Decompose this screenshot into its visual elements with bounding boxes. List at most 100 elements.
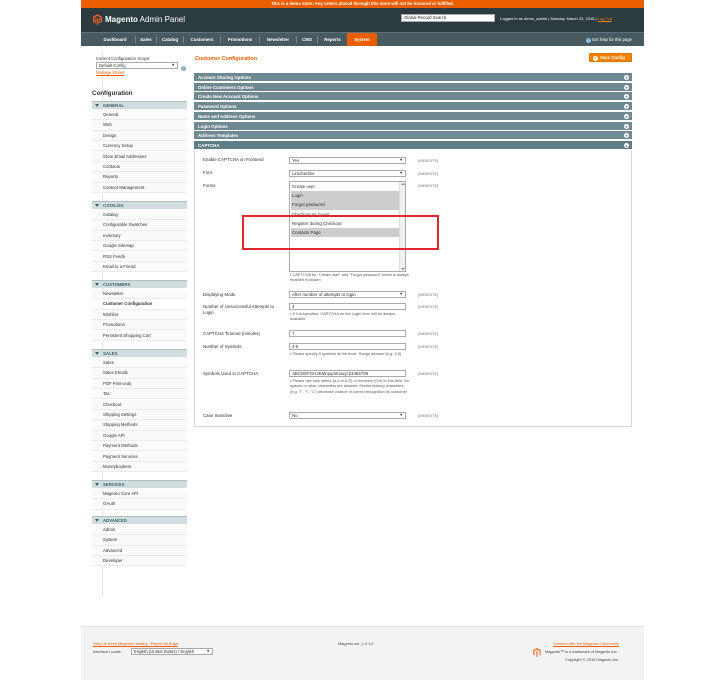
sidebar-item-shipping-settings[interactable]: Shipping Settings bbox=[92, 410, 187, 421]
main-nav: Dashboard Sales Catalog Customers Promot… bbox=[81, 32, 644, 46]
forms-option-forgot-password[interactable]: Forgot password bbox=[291, 200, 399, 210]
symbols-used-input[interactable]: ABCDEFGHJKMnpqrstuvxyz23456789 bbox=[289, 370, 406, 377]
sidebar-item-admin[interactable]: Admin bbox=[92, 525, 187, 536]
group-account-sharing-options[interactable]: Account Sharing Options ▾ bbox=[194, 73, 632, 82]
symbols-used-note: ▪ Please use only letters (a-z or A-Z) o… bbox=[290, 378, 410, 394]
expand-icon: ▾ bbox=[624, 133, 629, 139]
scope-value: Default Config bbox=[99, 63, 126, 68]
group-online-customers-options[interactable]: Online Customers Options ▾ bbox=[194, 82, 632, 92]
magento-logo-icon bbox=[533, 648, 541, 657]
sidebar-item-wishlist[interactable]: Wishlist bbox=[92, 309, 187, 320]
group-address-templates[interactable]: Address Templates ▾ bbox=[194, 131, 632, 141]
nav-sales[interactable]: Sales bbox=[136, 33, 156, 46]
group-password-options[interactable]: Password Options ▾ bbox=[194, 102, 632, 112]
forms-option-create-user[interactable]: Create user bbox=[291, 182, 399, 191]
case-sensitive-select[interactable]: No ▼ bbox=[289, 412, 406, 419]
sidebar-item-google-sitemap[interactable]: Google Sitemap bbox=[92, 241, 187, 252]
sidebar-item-persistent-shopping-cart[interactable]: Persistent Shopping Cart bbox=[92, 330, 187, 341]
logout-link[interactable]: Log Out bbox=[598, 16, 612, 21]
symbols-input[interactable]: 4-5 bbox=[289, 343, 406, 350]
scope-tag: [WEBSITE] bbox=[418, 171, 439, 176]
get-help-label: Get help for this page bbox=[591, 37, 632, 42]
sidebar-section-advanced[interactable]: ADVANCED bbox=[92, 516, 187, 524]
attempts-input[interactable]: 3 bbox=[289, 303, 406, 310]
group-label: Password Options bbox=[198, 104, 237, 110]
sidebar-item-advanced[interactable]: Advanced bbox=[92, 545, 187, 556]
sidebar-item-sales-emails[interactable]: Sales Emails bbox=[92, 368, 187, 379]
symbols-note: ▪ Please specify 8 symbols at the most. … bbox=[290, 351, 402, 356]
get-help-link[interactable]: ? Get help for this page bbox=[585, 33, 632, 46]
sidebar-item-reports[interactable]: Reports bbox=[92, 172, 187, 183]
save-config-button[interactable]: ✓ Save Config bbox=[589, 53, 632, 62]
logo-brand: Magento bbox=[105, 15, 138, 24]
sidebar-item-payment-services[interactable]: Payment Services bbox=[92, 451, 187, 462]
manage-stores-link[interactable]: Manage Stores bbox=[96, 70, 191, 75]
sidebar-item-tax[interactable]: Tax bbox=[92, 389, 187, 400]
sidebar-section-customers[interactable]: CUSTOMERS bbox=[92, 280, 187, 288]
sidebar-item-oauth[interactable]: OAuth bbox=[92, 499, 187, 510]
group-captcha[interactable]: CAPTCHA ▴ bbox=[194, 140, 632, 150]
nav-reports[interactable]: Reports bbox=[318, 33, 347, 46]
sidebar-item-design[interactable]: Design bbox=[92, 130, 187, 141]
enable-captcha-select[interactable]: Yes ▼ bbox=[289, 157, 406, 164]
sidebar-item-google-api[interactable]: Google API bbox=[92, 430, 187, 441]
font-select[interactable]: LinLibertine ▼ bbox=[289, 170, 406, 177]
sidebar-item-shipping-methods[interactable]: Shipping Methods bbox=[92, 420, 187, 431]
locale-select[interactable]: English (United States) / English ▼ bbox=[131, 648, 213, 655]
nav-catalog[interactable]: Catalog bbox=[157, 33, 183, 46]
locale-value: English (United States) / English bbox=[134, 649, 195, 654]
sidebar-item-newsletter[interactable]: Newsletter bbox=[92, 289, 187, 300]
nav-newsletter[interactable]: Newsletter bbox=[260, 33, 296, 46]
sidebar-section-services[interactable]: SERVICES bbox=[92, 480, 187, 488]
group-name-and-address-options[interactable]: Name and Address Options ▾ bbox=[194, 111, 632, 121]
sidebar-item-configurable-swatches[interactable]: Configurable Swatches bbox=[92, 220, 187, 231]
nav-system[interactable]: System bbox=[347, 33, 377, 46]
sidebar-item-checkout[interactable]: Checkout bbox=[92, 399, 187, 410]
scope-select[interactable]: Default Config ▼ bbox=[96, 62, 178, 69]
sidebar-item-store-email-addresses[interactable]: Store Email Addresses bbox=[92, 151, 187, 162]
sidebar-item-payment-methods[interactable]: Payment Methods bbox=[92, 441, 187, 452]
nav-promotions[interactable]: Promotions bbox=[221, 33, 259, 46]
nav-dashboard[interactable]: Dashboard bbox=[95, 33, 135, 46]
nav-customers[interactable]: Customers bbox=[184, 33, 220, 46]
timeout-input[interactable]: 7 bbox=[289, 330, 406, 337]
save-icon: ✓ bbox=[593, 55, 598, 61]
sidebar-section-general[interactable]: GENERAL bbox=[92, 101, 187, 109]
displaying-mode-select[interactable]: After number of attempts to login ▼ bbox=[289, 291, 406, 298]
sidebar-item-inventory[interactable]: Inventory bbox=[92, 230, 187, 241]
community-link[interactable]: Connect with the Magento Community bbox=[553, 641, 619, 646]
save-config-label: Save Config bbox=[600, 55, 625, 60]
sidebar-item-customer-configuration[interactable]: Customer Configuration bbox=[92, 299, 187, 310]
sidebar-item-email-to-a-friend[interactable]: Email to a Friend bbox=[92, 262, 187, 273]
sidebar-item-sales[interactable]: Sales bbox=[92, 358, 187, 369]
header: Magento Admin Panel Global Record Search… bbox=[81, 8, 644, 32]
sidebar-item-rss-feeds[interactable]: RSS Feeds bbox=[92, 251, 187, 262]
group-login-options[interactable]: Login Options ▾ bbox=[194, 121, 632, 131]
global-search-input[interactable]: Global Record Search bbox=[401, 14, 495, 22]
sidebar-item-system[interactable]: System bbox=[92, 535, 187, 546]
sidebar-item-web[interactable]: Web bbox=[92, 120, 187, 131]
forms-option-login[interactable]: Login bbox=[291, 191, 399, 201]
collapse-icon: ▴ bbox=[624, 142, 629, 148]
demo-notice: This is a demo store. Any orders placed … bbox=[81, 0, 644, 8]
sidebar-item-moneybookers[interactable]: Moneybookers bbox=[92, 462, 187, 473]
sidebar-item-catalog[interactable]: Catalog bbox=[92, 210, 187, 221]
sidebar-section-catalog[interactable]: CATALOG bbox=[92, 201, 187, 209]
symbols-label: Number of Symbols bbox=[203, 344, 242, 349]
nav-cms[interactable]: CMS bbox=[297, 33, 317, 46]
sidebar-item-developer[interactable]: Developer bbox=[92, 556, 187, 567]
sidebar-item-magento-core-api[interactable]: Magento Core API bbox=[92, 489, 187, 500]
attempts-note: ▪ If 0 is specified, CAPTCHA on the Logi… bbox=[290, 311, 395, 322]
help-icon[interactable]: ? bbox=[181, 66, 186, 71]
sidebar-item-pdf-print-outs[interactable]: PDF Print-outs bbox=[92, 378, 187, 389]
sidebar-item-contacts[interactable]: Contacts bbox=[92, 162, 187, 173]
group-create-new-account-options[interactable]: Create New Account Options ▾ bbox=[194, 92, 632, 102]
sidebar-item-content-management[interactable]: Content Management bbox=[92, 182, 187, 193]
sidebar-item-currency-setup[interactable]: Currency Setup bbox=[92, 141, 187, 152]
symbols-used-label: Symbols Used in CAPTCHA bbox=[203, 371, 259, 376]
report-bugs-link[interactable]: Help Us Keep Magento Healthy - Report Al… bbox=[93, 641, 178, 646]
logo-text[interactable]: Magento Admin Panel bbox=[105, 15, 185, 24]
sidebar-section-sales[interactable]: SALES bbox=[92, 349, 187, 357]
sidebar-item-general[interactable]: General bbox=[92, 110, 187, 121]
sidebar-item-promotions[interactable]: Promotions bbox=[92, 320, 187, 331]
